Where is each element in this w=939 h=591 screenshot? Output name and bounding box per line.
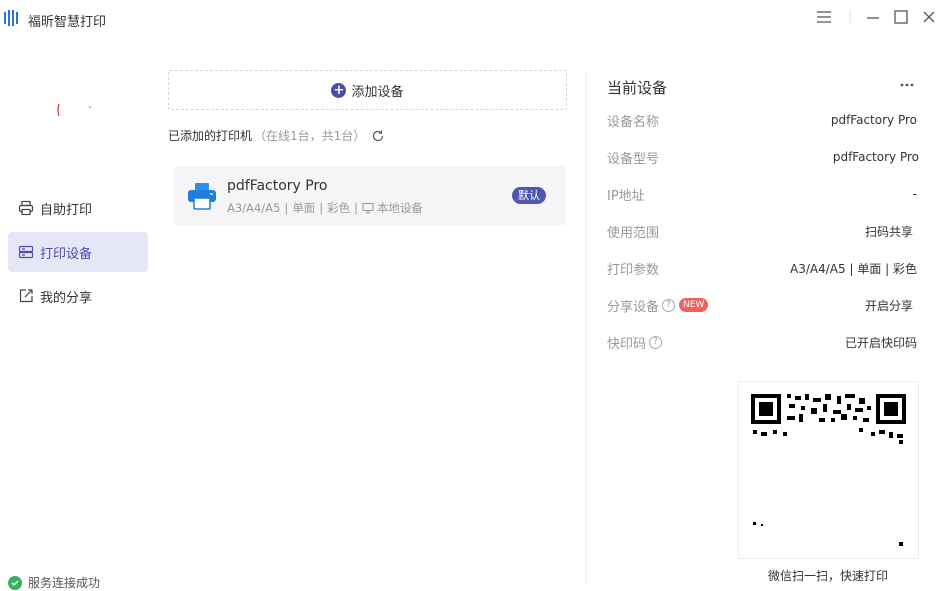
close-icon[interactable] [920, 8, 938, 26]
plus-icon: + [331, 82, 347, 98]
printer-name: pdfFactory Pro [227, 178, 328, 194]
sidebar-item-label: 自助打印 [40, 202, 93, 218]
current-device-title: 当前设备 [607, 79, 668, 97]
new-badge: NEW [679, 298, 709, 312]
added-printers-header: 已添加的打印机 （在线1台，共1台） [168, 127, 385, 144]
maximize-icon[interactable] [892, 8, 910, 26]
field-print-params: 打印参数 A3/A4/A5 | 单面 | 彩色 [607, 258, 917, 278]
monitor-icon [362, 202, 374, 214]
printer-card[interactable]: pdfFactory Pro A3/A4/A5 | 单面 | 彩色 | 本地设备… [174, 166, 565, 225]
field-value: 扫码共享 [864, 224, 913, 239]
field-value: 已开启快印码 [844, 335, 917, 350]
app-logo-icon [3, 10, 21, 26]
qr-code [738, 381, 919, 559]
field-share-device: 分享设备 ? NEW 开启分享 [607, 295, 917, 315]
field-value: A3/A4/A5 | 单面 | 彩色 [790, 261, 917, 276]
field-key-text: 快印码 [607, 336, 647, 352]
field-quick-print-code: 快印码 ? 已开启快印码 [607, 332, 917, 352]
separator: | [284, 201, 289, 215]
separator: | [354, 201, 358, 215]
field-ip-address: IP地址 - [607, 184, 917, 204]
check-circle-icon [8, 575, 22, 590]
device-list-panel: + 添加设备 已添加的打印机 （在线1台，共1台） pdfFactory Pro… [156, 36, 586, 585]
sidebar-item-label: 我的分享 [40, 290, 93, 306]
printer-meta: A3/A4/A5 | 单面 | 彩色 | 本地设备 [227, 200, 423, 216]
added-count: （在线1台，共1台） [254, 129, 366, 143]
refresh-icon[interactable] [371, 129, 385, 143]
device-icon [18, 244, 34, 260]
sidebar-item-self-print[interactable]: 自助打印 [8, 188, 148, 228]
printer-sizes: A3/A4/A5 [227, 201, 281, 215]
more-icon[interactable] [899, 80, 915, 90]
divider-bar [841, 8, 859, 26]
status-text: 服务连接成功 [28, 576, 101, 590]
add-device-label: 添加设备 [351, 84, 404, 100]
field-device-model: 设备型号 pdfFactory Pro [607, 147, 919, 167]
qr-caption: 微信扫一扫，快速打印 [767, 569, 888, 583]
help-icon[interactable]: ? [662, 298, 676, 312]
default-badge: 默认 [512, 187, 546, 204]
field-key: IP地址 [607, 188, 645, 204]
share-toggle-status[interactable]: 开启分享 [865, 297, 913, 314]
share-icon [18, 288, 34, 304]
minimize-icon[interactable] [864, 8, 882, 26]
sidebar-item-print-devices[interactable]: 打印设备 [8, 232, 148, 272]
printer-location: 本地设备 [376, 201, 423, 215]
added-title: 已添加的打印机 [168, 129, 253, 143]
current-device-panel: 当前设备 设备名称 pdfFactory Pro 设备型号 pdfFactory… [587, 36, 939, 585]
add-device-button[interactable]: + 添加设备 [168, 70, 567, 110]
sidebar: 自助打印 打印设备 我的分享 服务连接成功 [0, 36, 156, 590]
field-value: pdfFactory Pro [830, 113, 917, 127]
field-key: 设备名称 [607, 114, 660, 130]
field-key-text: 分享设备 [607, 299, 660, 315]
field-key: 设备型号 [607, 151, 660, 167]
field-value: - [912, 187, 917, 201]
printer-color: 彩色 [327, 201, 351, 215]
printer-duplex: 单面 [292, 201, 316, 215]
sidebar-item-label: 打印设备 [40, 246, 93, 262]
menu-icon[interactable] [815, 8, 833, 26]
app-title: 福昕智慧打印 [28, 15, 107, 30]
avatar[interactable] [39, 66, 110, 179]
sidebar-item-my-share[interactable]: 我的分享 [8, 276, 148, 316]
field-key: 使用范围 [607, 225, 660, 241]
help-icon[interactable]: ? [649, 335, 663, 349]
field-device-name: 设备名称 pdfFactory Pro [607, 110, 917, 130]
field-key: 快印码 ? [607, 333, 663, 352]
printer-icon [18, 200, 34, 216]
connection-status: 服务连接成功 [8, 574, 100, 591]
field-usage-scope: 使用范围 扫码共享 [607, 221, 917, 241]
field-key: 打印参数 [607, 262, 660, 278]
separator: | [319, 201, 324, 215]
printer-icon [186, 180, 218, 212]
title-bar: 福昕智慧打印 [0, 0, 939, 36]
field-key: 分享设备 ? NEW [607, 296, 709, 315]
field-value: pdfFactory Pro [832, 150, 919, 164]
